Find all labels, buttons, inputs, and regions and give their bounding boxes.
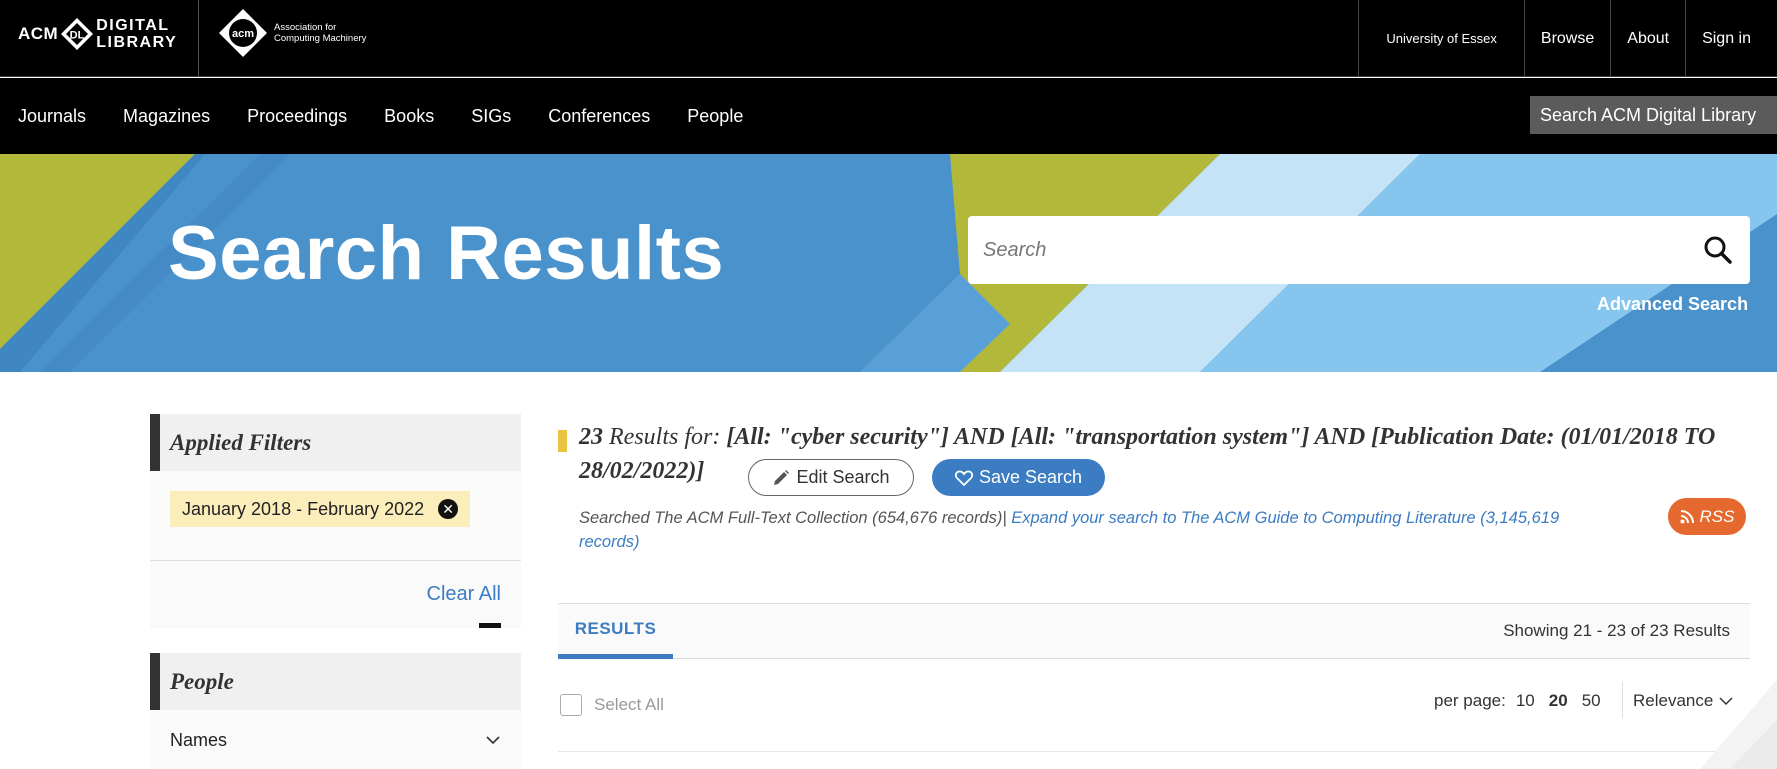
heart-icon: [954, 470, 973, 486]
clear-area: Clear All: [150, 561, 521, 628]
nav-search-dl-button[interactable]: Search ACM Digital Library: [1530, 96, 1777, 134]
nav-proceedings[interactable]: Proceedings: [247, 106, 347, 127]
browse-link[interactable]: Browse: [1523, 0, 1610, 77]
showing-count: Showing 21 - 23 of 23 Results: [1503, 621, 1730, 640]
search-input[interactable]: [983, 238, 1683, 262]
nav-people[interactable]: People: [687, 106, 743, 127]
names-facet-toggle[interactable]: Names: [150, 710, 521, 769]
applied-filters-heading: Applied Filters: [150, 414, 521, 471]
acm-org-logo[interactable]: acm Association for Computing Machinery: [218, 8, 366, 58]
date-filter-chip: January 2018 - February 2022 ✕: [170, 491, 471, 527]
about-link[interactable]: About: [1610, 0, 1685, 77]
search-banner: Search Results Advanced Search: [0, 154, 1777, 372]
pencil-icon: [774, 469, 790, 485]
dl-logo-line2: LIBRARY: [96, 34, 178, 51]
per-page-selector: per page: 10 20 50: [1434, 691, 1601, 711]
results-for-label: Results for:: [609, 424, 721, 450]
save-search-button[interactable]: Save Search: [932, 459, 1105, 496]
decorative-watermark: [1700, 680, 1777, 769]
advanced-search-link[interactable]: Advanced Search: [1597, 294, 1748, 315]
results-controls: Select All per page: 10 20 50 Relevance: [558, 674, 1750, 730]
top-links: University of Essex Browse About Sign in: [1358, 0, 1777, 77]
rss-label: RSS: [1699, 506, 1735, 526]
applied-filters-area: January 2018 - February 2022 ✕: [150, 471, 521, 561]
clear-all-button[interactable]: Clear All: [427, 583, 501, 606]
acm-dl-logo[interactable]: ACM DL DIGITAL LIBRARY: [18, 14, 177, 54]
search-box: [968, 216, 1750, 284]
search-icon[interactable]: [1702, 234, 1734, 266]
searched-collection-line: Searched The ACM Full-Text Collection (6…: [579, 506, 1619, 554]
acm-badge-text: acm: [232, 28, 254, 40]
main-nav: Journals Magazines Proceedings Books SIG…: [0, 78, 1777, 154]
filters-sidebar: Applied Filters January 2018 - February …: [150, 414, 521, 769]
acm-org-words: Association for Computing Machinery: [274, 22, 366, 44]
separator: |: [1002, 509, 1007, 527]
edit-search-button[interactable]: Edit Search: [748, 459, 914, 496]
results-tabbar: RESULTS Showing 21 - 23 of 23 Results: [558, 603, 1750, 659]
dl-badge-text: DL: [70, 30, 85, 42]
logo-divider: [198, 0, 199, 77]
searched-collection-text: Searched The ACM Full-Text Collection (6…: [579, 509, 1003, 527]
select-all-checkbox[interactable]: Select All: [560, 694, 664, 716]
nav-journals[interactable]: Journals: [18, 106, 86, 127]
top-header: ACM DL DIGITAL LIBRARY acm Association f…: [0, 0, 1777, 77]
results-accent-bar: [558, 430, 567, 452]
checkbox-icon: [560, 694, 582, 716]
people-heading: People: [150, 653, 521, 710]
nav-conferences[interactable]: Conferences: [548, 106, 650, 127]
rss-button[interactable]: RSS: [1668, 498, 1746, 535]
per-page-label: per page:: [1434, 691, 1506, 710]
names-label: Names: [170, 730, 228, 750]
institution-link[interactable]: University of Essex: [1358, 0, 1524, 77]
per-page-10[interactable]: 10: [1516, 691, 1535, 711]
dl-logo-line1: DIGITAL: [96, 17, 170, 34]
chevron-down-icon: [486, 736, 500, 745]
tab-results[interactable]: RESULTS: [558, 604, 673, 659]
remove-filter-icon[interactable]: ✕: [438, 499, 459, 519]
save-search-label: Save Search: [978, 467, 1083, 487]
rss-icon: [1680, 509, 1694, 523]
dl-logo-words: DIGITAL LIBRARY: [96, 17, 177, 51]
page-title: Search Results: [168, 211, 725, 296]
nav-sigs[interactable]: SIGs: [471, 106, 511, 127]
acm-diamond-icon: acm: [219, 9, 267, 57]
org-line2: Computing Machinery: [274, 33, 367, 44]
dl-logo-acm-text: ACM: [18, 24, 59, 43]
edit-search-label: Edit Search: [796, 467, 890, 487]
sign-in-link[interactable]: Sign in: [1685, 0, 1777, 77]
results-count: 23: [579, 424, 603, 450]
select-all-label: Select All: [594, 695, 664, 714]
per-page-20[interactable]: 20: [1549, 691, 1568, 711]
date-filter-label: January 2018 - February 2022: [182, 498, 425, 519]
nav-books[interactable]: Books: [384, 106, 434, 127]
nav-magazines[interactable]: Magazines: [123, 106, 210, 127]
org-line1: Association for: [274, 22, 337, 33]
dl-diamond-icon: DL: [60, 17, 94, 51]
controls-divider-line: [558, 751, 1750, 752]
scroll-indicator: [479, 623, 501, 628]
